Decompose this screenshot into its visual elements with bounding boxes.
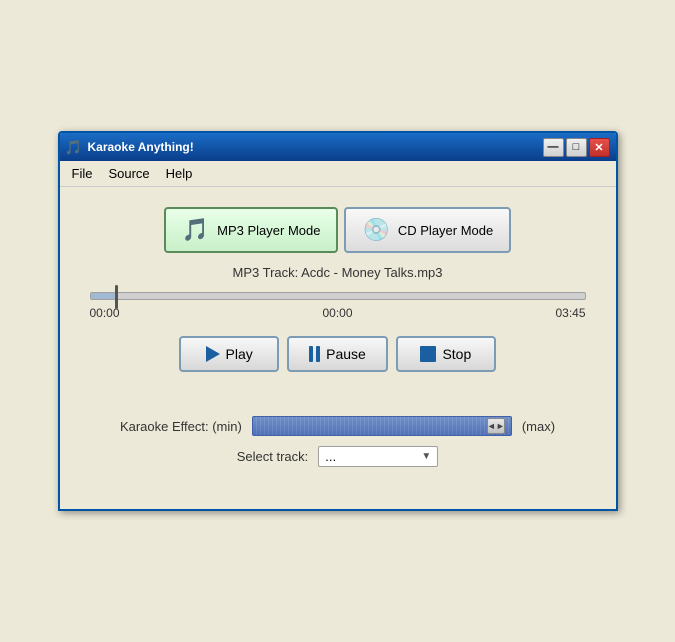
- track-select[interactable]: ... ▼: [318, 446, 438, 467]
- main-window: 🎵 Karaoke Anything! — □ ✕ File Source He…: [58, 131, 618, 511]
- cd-icon: 💿: [362, 217, 389, 243]
- menu-help[interactable]: Help: [158, 163, 201, 184]
- minimize-button[interactable]: —: [543, 138, 564, 157]
- cd-mode-label: CD Player Mode: [398, 223, 493, 238]
- stop-label: Stop: [442, 346, 471, 362]
- progress-area: 00:00 00:00 03:45: [80, 292, 596, 320]
- karaoke-row: Karaoke Effect: (min) ◄► (max): [80, 416, 596, 436]
- select-arrow-icon: ▼: [421, 451, 431, 462]
- pause-bar-2: [316, 346, 320, 362]
- track-info: MP3 Track: Acdc - Money Talks.mp3: [233, 265, 443, 280]
- main-content: 🎵 MP3 Player Mode 💿 CD Player Mode MP3 T…: [60, 187, 616, 509]
- play-icon: [206, 346, 220, 362]
- window-title: Karaoke Anything!: [88, 140, 194, 154]
- track-select-value: ...: [325, 449, 336, 464]
- stop-button[interactable]: Stop: [396, 336, 496, 372]
- karaoke-arrows-icon: ◄►: [487, 421, 505, 431]
- karaoke-slider-track: [253, 417, 511, 435]
- progress-fill: [91, 293, 115, 299]
- time-current: 00:00: [322, 306, 352, 320]
- pause-bar-1: [309, 346, 313, 362]
- transport-buttons: Play Pause Stop: [179, 336, 496, 372]
- mode-buttons: 🎵 MP3 Player Mode 💿 CD Player Mode: [164, 207, 512, 253]
- time-total: 03:45: [555, 306, 585, 320]
- mp3-mode-button[interactable]: 🎵 MP3 Player Mode: [164, 207, 339, 253]
- mp3-icon: 🎵: [182, 217, 209, 243]
- menu-source[interactable]: Source: [100, 163, 157, 184]
- pause-icon: [309, 346, 320, 362]
- progress-bar[interactable]: [90, 292, 586, 300]
- maximize-button[interactable]: □: [566, 138, 587, 157]
- karaoke-max-label: (max): [522, 419, 555, 434]
- select-row: Select track: ... ▼: [80, 446, 596, 467]
- mp3-mode-label: MP3 Player Mode: [217, 223, 320, 238]
- menu-file[interactable]: File: [64, 163, 101, 184]
- time-labels: 00:00 00:00 03:45: [90, 306, 586, 320]
- karaoke-slider[interactable]: ◄►: [252, 416, 512, 436]
- menubar: File Source Help: [60, 161, 616, 187]
- titlebar: 🎵 Karaoke Anything! — □ ✕: [60, 133, 616, 161]
- close-button[interactable]: ✕: [589, 138, 610, 157]
- stop-icon: [420, 346, 436, 362]
- karaoke-min-label: Karaoke Effect: (min): [120, 419, 242, 434]
- karaoke-thumb[interactable]: ◄►: [487, 418, 505, 434]
- play-button[interactable]: Play: [179, 336, 279, 372]
- select-track-label: Select track:: [237, 449, 309, 464]
- pause-label: Pause: [326, 346, 366, 362]
- cd-mode-button[interactable]: 💿 CD Player Mode: [344, 207, 511, 253]
- progress-thumb[interactable]: [115, 285, 118, 309]
- app-icon: 🎵: [66, 139, 82, 155]
- titlebar-left: 🎵 Karaoke Anything!: [66, 139, 194, 155]
- titlebar-buttons: — □ ✕: [543, 138, 610, 157]
- karaoke-section: Karaoke Effect: (min) ◄► (max) Select tr…: [80, 416, 596, 467]
- play-label: Play: [226, 346, 253, 362]
- pause-button[interactable]: Pause: [287, 336, 388, 372]
